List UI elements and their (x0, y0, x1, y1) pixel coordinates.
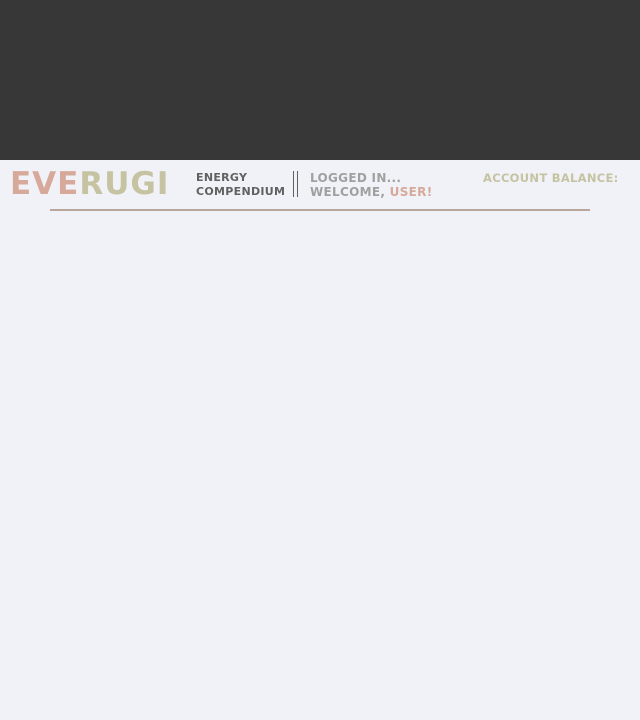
account-balance-label: ACCOUNT BALANCE: (483, 171, 619, 185)
logged-in-text: LOGGED IN... (310, 171, 402, 185)
everugi-logo[interactable]: EVERUGI (10, 166, 169, 202)
welcome-text: WELCOME, USER! (310, 185, 432, 199)
header-divider (292, 171, 299, 197)
site-header: EVERUGI ENERGY COMPENDIUM LOGGED IN... W… (0, 160, 640, 216)
tagline-line-2: COMPENDIUM (196, 185, 286, 198)
top-banner-area (0, 0, 640, 160)
login-status: LOGGED IN... WELCOME, USER! (310, 171, 432, 199)
tagline-line-1: ENERGY (196, 171, 248, 184)
username-link[interactable]: USER! (390, 185, 433, 199)
logo-text-part-b: RUGI (79, 166, 170, 202)
energy-compendium-tagline: ENERGY COMPENDIUM (196, 171, 285, 199)
welcome-prefix: WELCOME, (310, 185, 390, 199)
header-rule (50, 209, 590, 211)
logo-text-part-a: EVE (10, 166, 80, 202)
